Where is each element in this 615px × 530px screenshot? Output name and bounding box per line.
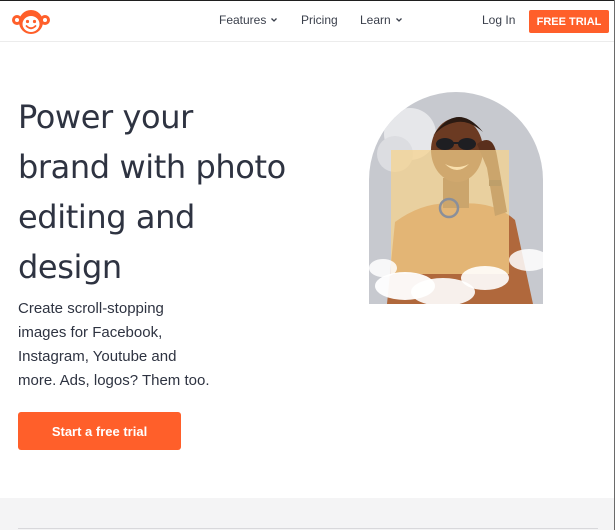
next-section-band bbox=[0, 498, 614, 530]
hero-title: Power your brand with photo editing and … bbox=[18, 92, 318, 292]
hero-title-line: brand with photo bbox=[18, 148, 286, 186]
hero-title-line: design bbox=[18, 248, 122, 286]
chevron-down-icon bbox=[395, 18, 402, 22]
hero-subtitle-line: more. Ads, logos? Them too. bbox=[18, 372, 210, 389]
login-link[interactable]: Log In bbox=[482, 13, 515, 27]
hero-title-line: editing and bbox=[18, 198, 195, 236]
nav-pricing[interactable]: Pricing bbox=[301, 13, 338, 27]
hero-title-line: Power your bbox=[18, 98, 193, 136]
divider bbox=[18, 528, 598, 529]
nav-pricing-label: Pricing bbox=[301, 13, 338, 27]
hero-subtitle-line: Instagram, Youtube and bbox=[18, 348, 177, 365]
chevron-down-icon bbox=[271, 18, 278, 22]
start-free-trial-button[interactable]: Start a free trial bbox=[18, 412, 181, 450]
hero-subtitle: Create scroll-stopping images for Facebo… bbox=[18, 297, 228, 393]
hero-subtitle-line: images for Facebook, bbox=[18, 324, 163, 341]
site-header: Features Pricing Learn Log In FREE TRIAL bbox=[0, 1, 614, 42]
nav-learn[interactable]: Learn bbox=[360, 13, 403, 27]
hero-subtitle-line: Create scroll-stopping bbox=[18, 300, 164, 317]
monkey-logo-icon[interactable] bbox=[11, 9, 51, 35]
hero-photo bbox=[369, 92, 543, 304]
free-trial-button[interactable]: FREE TRIAL bbox=[529, 10, 609, 33]
nav-features[interactable]: Features bbox=[219, 13, 278, 27]
nav-features-label: Features bbox=[219, 13, 267, 27]
nav-learn-label: Learn bbox=[360, 13, 391, 27]
